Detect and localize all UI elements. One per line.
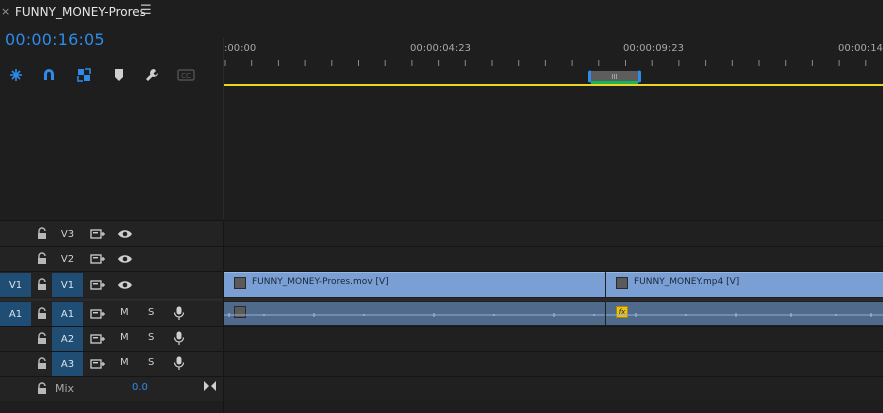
playhead-timecode[interactable]: 00:00:16:05 xyxy=(5,30,105,49)
sync-lock-icon[interactable] xyxy=(90,227,106,241)
clip-name: FUNNY_MONEY-Prores.mov [V] xyxy=(252,277,389,287)
lock-track-icon[interactable] xyxy=(36,357,48,371)
svg-text:III: III xyxy=(611,73,617,81)
fx-badge-icon xyxy=(616,277,628,289)
source-patch-a1[interactable]: A1 xyxy=(0,302,31,326)
panel-menu-icon[interactable]: ☰ xyxy=(140,3,152,18)
toggle-output-eye-icon[interactable] xyxy=(117,278,133,292)
track-a1: A1 A1 M S fx xyxy=(0,301,883,326)
toggle-output-eye-icon[interactable] xyxy=(117,227,133,241)
mute-button[interactable]: M xyxy=(120,332,129,343)
ruler-label: 00:00:04:23 xyxy=(410,43,472,54)
fx-badge-icon xyxy=(234,277,246,289)
track-separator xyxy=(0,376,883,377)
track-separator xyxy=(0,351,883,352)
track-v3: V3 xyxy=(0,221,883,246)
ruler-label: 00:00:09:23 xyxy=(623,43,685,54)
sync-lock-icon[interactable] xyxy=(90,278,106,292)
sequence-title[interactable]: FUNNY_MONEY-Prores xyxy=(15,5,146,19)
track-a3: A3 M S xyxy=(0,352,883,376)
track-target-v1[interactable]: V1 xyxy=(52,273,83,297)
audio-clip[interactable]: fx xyxy=(606,302,883,325)
audio-clip[interactable] xyxy=(224,302,605,325)
empty-track-area[interactable] xyxy=(224,86,883,220)
go-to-edit-point-icon[interactable] xyxy=(203,380,217,392)
video-clip[interactable]: FUNNY_MONEY-Prores.mov [V] xyxy=(224,272,605,297)
voiceover-mic-icon[interactable] xyxy=(171,356,187,370)
track-separator xyxy=(0,220,883,221)
track-v1: V1 V1 FUNNY_MONEY-Prores.mov [V] FUNNY_M… xyxy=(0,272,883,297)
svg-text:CC: CC xyxy=(181,72,191,80)
ruler-ticks xyxy=(224,60,867,66)
track-target-v2[interactable]: V2 xyxy=(52,247,83,271)
mix-label: Mix xyxy=(55,382,75,395)
wrench-icon[interactable] xyxy=(142,66,162,84)
sequence-tab-bar: × FUNNY_MONEY-Prores ☰ xyxy=(0,0,883,26)
track-target-a1[interactable]: A1 xyxy=(52,302,83,326)
track-separator xyxy=(0,271,883,272)
captions-icon[interactable]: CC xyxy=(176,66,196,84)
linked-selection-icon[interactable] xyxy=(39,66,59,84)
playhead-handle[interactable]: III xyxy=(587,70,642,84)
lock-track-icon[interactable] xyxy=(36,307,48,321)
source-patch-v1[interactable]: V1 xyxy=(0,273,31,297)
ruler-label: :00:00 xyxy=(224,43,257,54)
solo-button[interactable]: S xyxy=(148,357,154,368)
voiceover-mic-icon[interactable] xyxy=(171,331,187,345)
waveform xyxy=(606,313,883,317)
track-v2: V2 xyxy=(0,247,883,271)
track-a2: A2 M S xyxy=(0,327,883,351)
sync-lock-icon[interactable] xyxy=(90,357,106,371)
track-target-a3[interactable]: A3 xyxy=(52,352,83,376)
marker-icon[interactable] xyxy=(109,66,129,84)
ruler-label: 00:00:14: xyxy=(838,43,883,54)
clip-name: FUNNY_MONEY.mp4 [V] xyxy=(634,277,740,287)
voiceover-mic-icon[interactable] xyxy=(171,306,187,320)
lock-track-icon[interactable] xyxy=(36,227,48,241)
close-tab-icon[interactable]: × xyxy=(1,5,10,18)
mute-button[interactable]: M xyxy=(120,357,129,368)
solo-button[interactable]: S xyxy=(148,332,154,343)
track-separator xyxy=(0,246,883,247)
track-target-v3[interactable]: V3 xyxy=(52,222,83,246)
sync-lock-icon[interactable] xyxy=(90,307,106,321)
track-target-a2[interactable]: A2 xyxy=(52,327,83,351)
snap-icon[interactable] xyxy=(6,66,26,84)
track-separator xyxy=(0,326,883,327)
solo-button[interactable]: S xyxy=(148,307,154,318)
toggle-output-eye-icon[interactable] xyxy=(117,252,133,266)
lock-track-icon[interactable] xyxy=(36,382,48,396)
lock-track-icon[interactable] xyxy=(36,252,48,266)
lock-track-icon[interactable] xyxy=(36,278,48,292)
header-divider xyxy=(223,220,224,413)
mute-button[interactable]: M xyxy=(120,307,129,318)
mix-volume-value[interactable]: 0.0 xyxy=(132,382,148,393)
add-marker-icon[interactable] xyxy=(74,66,94,84)
video-clip[interactable]: FUNNY_MONEY.mp4 [V] xyxy=(606,272,883,297)
lock-track-icon[interactable] xyxy=(36,332,48,346)
sync-lock-icon[interactable] xyxy=(90,252,106,266)
sync-lock-icon[interactable] xyxy=(90,332,106,346)
waveform xyxy=(224,313,605,317)
